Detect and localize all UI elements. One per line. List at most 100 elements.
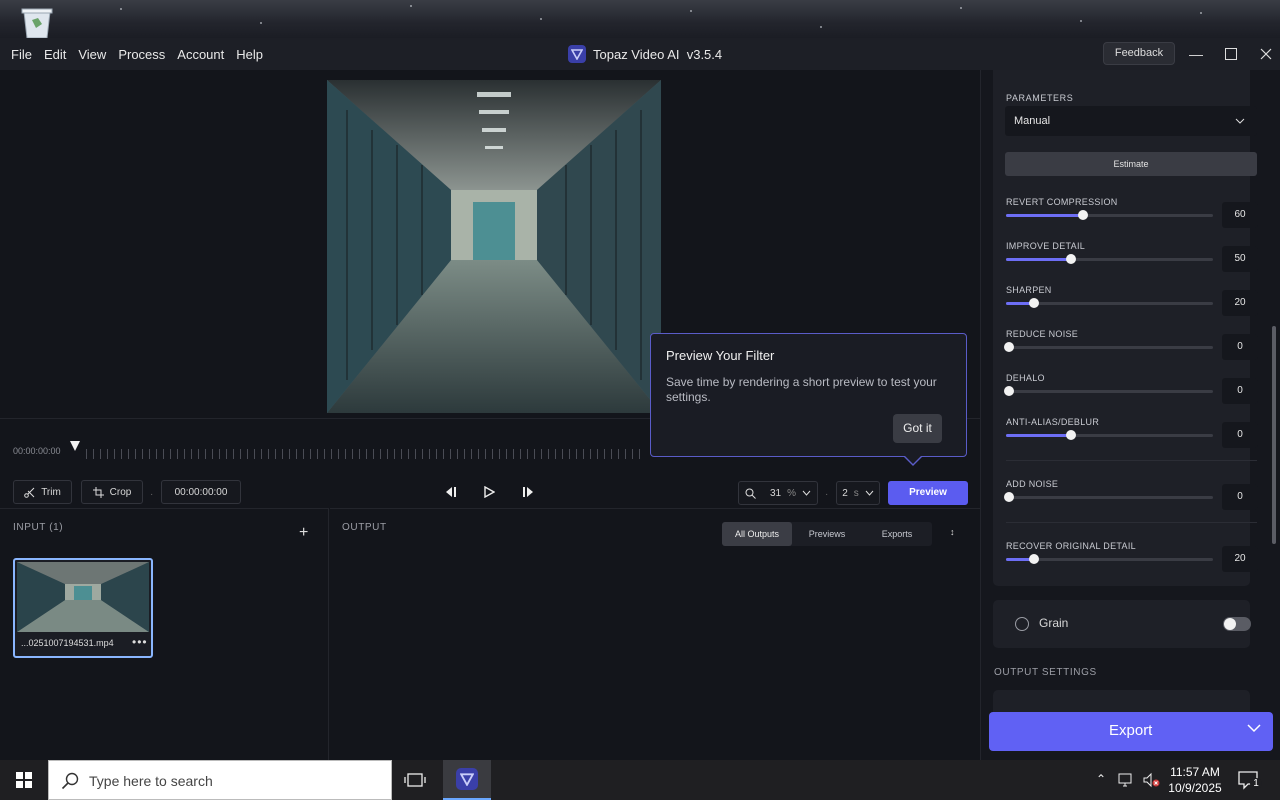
export-button[interactable]: Export	[989, 712, 1273, 751]
chevron-down-icon	[865, 490, 874, 496]
slider-value-field[interactable]: 20	[1222, 290, 1258, 316]
slider-knob[interactable]	[1028, 298, 1039, 308]
search-icon	[61, 772, 79, 790]
timecode-field[interactable]: 00:00:00:00	[161, 480, 241, 504]
desktop-wallpaper	[0, 0, 1280, 38]
slider-track[interactable]	[1004, 492, 1213, 502]
sort-icon[interactable]: ↕	[950, 527, 955, 537]
slider-value-field[interactable]: 0	[1222, 334, 1258, 360]
zoom-control[interactable]: 31 %	[738, 481, 818, 505]
slider-fill	[1006, 434, 1068, 437]
slider-track[interactable]	[1004, 386, 1213, 396]
windows-start-icon[interactable]	[0, 760, 48, 800]
slider-fill	[1006, 214, 1081, 217]
output-tabs: All Outputs Previews Exports	[722, 522, 932, 546]
slider-fill	[1006, 558, 1031, 561]
slider-label: ADD NOISE	[1006, 479, 1059, 489]
slider-track[interactable]	[1004, 342, 1213, 352]
slider-label: REVERT COMPRESSION	[1006, 197, 1118, 207]
taskbar-search-box[interactable]: Type here to search	[48, 760, 392, 800]
slider-value-field[interactable]: 20	[1222, 546, 1258, 572]
slider-value-field[interactable]: 50	[1222, 246, 1258, 272]
settings-sidebar: PARAMETERS Manual Estimate REVERT COMPRE…	[980, 70, 1280, 760]
slider-value-field[interactable]: 0	[1222, 422, 1258, 448]
menu-edit[interactable]: Edit	[44, 47, 66, 62]
input-panel: INPUT (1) + ...0251007194531.mp4 •••	[0, 508, 329, 760]
divider	[1006, 522, 1257, 523]
slider-knob[interactable]	[1078, 210, 1089, 220]
crop-button[interactable]: Crop	[81, 480, 143, 504]
notification-count: 1	[1250, 778, 1262, 789]
close-icon[interactable]	[1255, 44, 1277, 64]
volume-muted-icon[interactable]	[1143, 772, 1161, 788]
timeline-ruler[interactable]	[86, 449, 646, 459]
slider-knob[interactable]	[1004, 342, 1014, 352]
minimize-icon[interactable]: —	[1185, 44, 1207, 64]
duration-value: 2	[842, 487, 848, 499]
playhead-icon[interactable]	[69, 440, 81, 452]
thumbnail-image	[17, 562, 149, 632]
chevron-down-icon	[802, 490, 811, 496]
taskbar-topaz-app[interactable]	[443, 760, 491, 800]
grain-toggle[interactable]	[1223, 617, 1251, 631]
zoom-icon	[745, 488, 756, 499]
tray-chevron-up-icon[interactable]: ⌃	[1096, 772, 1106, 786]
notification-center-icon[interactable]: 1	[1238, 770, 1262, 795]
previous-frame-icon[interactable]	[439, 481, 461, 503]
slider-knob[interactable]	[1066, 254, 1076, 264]
tooltip-title: Preview Your Filter	[666, 348, 775, 363]
slider-track[interactable]	[1006, 210, 1213, 220]
trim-label: Trim	[41, 486, 61, 498]
separator-dot: ·	[150, 489, 154, 500]
topaz-logo-icon	[456, 768, 478, 790]
separator-dot: ·	[825, 489, 829, 500]
slider-knob[interactable]	[1066, 430, 1076, 440]
slider-value-field[interactable]: 0	[1222, 378, 1258, 404]
menu-file[interactable]: File	[11, 47, 32, 62]
enhancement-params-card: PARAMETERS Manual Estimate REVERT COMPRE…	[993, 70, 1258, 586]
output-settings-label: OUTPUT SETTINGS	[994, 667, 1097, 678]
menu-view[interactable]: View	[78, 47, 106, 62]
menu-process[interactable]: Process	[118, 47, 165, 62]
tab-exports[interactable]: Exports	[862, 522, 932, 546]
more-options-icon[interactable]: •••	[132, 635, 148, 649]
next-frame-icon[interactable]	[518, 481, 540, 503]
task-view-icon[interactable]	[404, 770, 426, 790]
feedback-button[interactable]: Feedback	[1103, 42, 1175, 65]
video-frame	[327, 80, 661, 413]
slider-track[interactable]	[1006, 298, 1213, 308]
play-icon[interactable]	[478, 481, 500, 503]
estimate-button[interactable]: Estimate	[1005, 152, 1257, 176]
sidebar-scrollbar[interactable]	[1272, 326, 1276, 544]
slider-knob[interactable]	[1028, 554, 1039, 564]
slider-knob[interactable]	[1004, 386, 1014, 396]
chevron-down-icon[interactable]	[1247, 724, 1261, 733]
preview-duration-control[interactable]: 2 s	[836, 481, 880, 505]
topaz-logo-icon	[568, 45, 586, 63]
preview-button[interactable]: Preview	[888, 481, 968, 505]
menu-account[interactable]: Account	[177, 47, 224, 62]
slider-track[interactable]	[1006, 254, 1213, 264]
crop-label: Crop	[109, 486, 132, 498]
maximize-icon[interactable]	[1220, 44, 1242, 64]
slider-knob[interactable]	[1004, 492, 1014, 502]
recycle-bin-icon[interactable]	[18, 6, 56, 38]
taskbar-clock[interactable]: 11:57 AM 10/9/2025	[1166, 764, 1224, 796]
slider-track[interactable]	[1006, 430, 1213, 440]
slider-label: ANTI-ALIAS/DEBLUR	[1006, 417, 1100, 427]
menu-help[interactable]: Help	[236, 47, 263, 62]
parameters-mode-select[interactable]: Manual	[1005, 106, 1257, 136]
add-input-button[interactable]: +	[299, 524, 308, 542]
trim-button[interactable]: Trim	[13, 480, 72, 504]
input-video-thumbnail[interactable]: ...0251007194531.mp4 •••	[13, 558, 153, 658]
network-icon[interactable]	[1118, 772, 1136, 788]
slider-track[interactable]	[1006, 554, 1213, 564]
tab-previews[interactable]: Previews	[792, 522, 862, 546]
parameters-label: PARAMETERS	[1006, 93, 1074, 103]
divider	[1006, 460, 1257, 461]
tab-all-outputs[interactable]: All Outputs	[722, 522, 792, 546]
slider-value-field[interactable]: 60	[1222, 202, 1258, 228]
grain-radio[interactable]	[1015, 617, 1029, 631]
slider-value-field[interactable]: 0	[1222, 484, 1258, 510]
got-it-button[interactable]: Got it	[893, 414, 942, 443]
